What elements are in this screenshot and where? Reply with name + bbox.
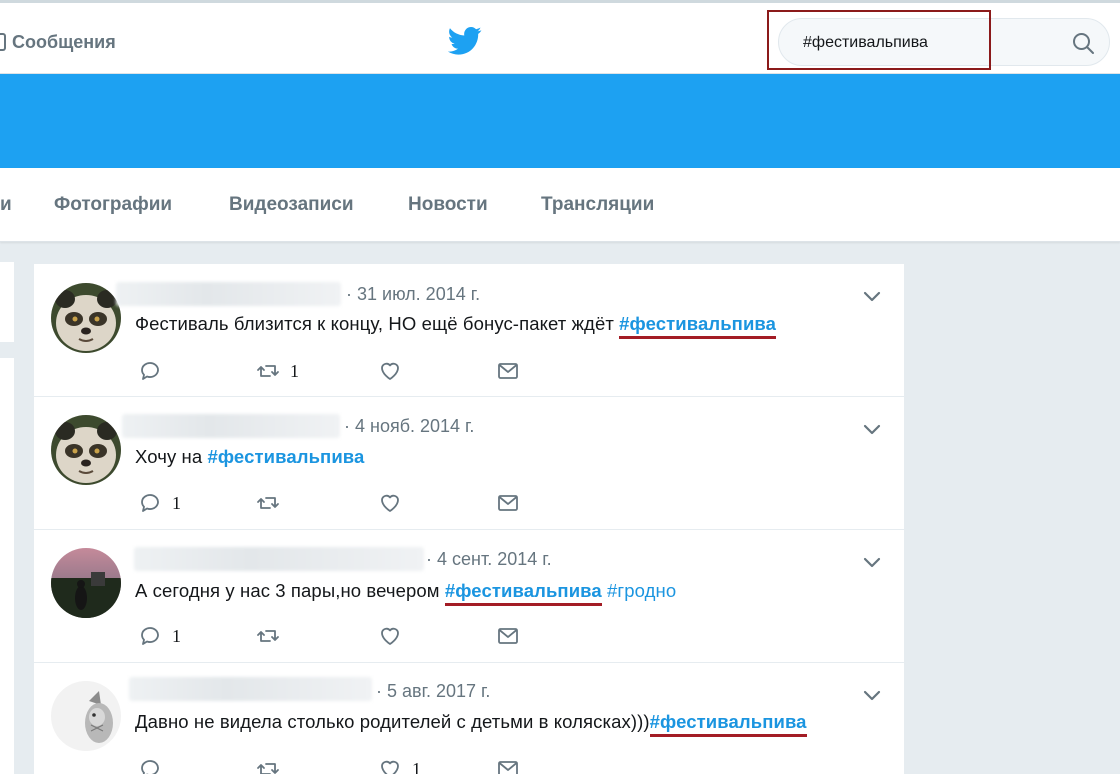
nav-messages[interactable]: Сообщения	[0, 29, 116, 55]
tweet-text: Давно не видела столько родителей с деть…	[135, 711, 807, 737]
tweet-timeline: · 31 июл. 2014 г. Фестиваль близится к к…	[34, 264, 904, 774]
tweet-body: Давно не видела столько родителей с деть…	[135, 711, 650, 732]
tweet-body: Фестиваль близится к концу, НО ещё бонус…	[135, 313, 620, 334]
username-blurred	[129, 677, 372, 701]
direct-message-button[interactable]	[496, 490, 520, 516]
reply-icon	[141, 627, 159, 645]
search-box	[778, 18, 1110, 66]
reply-button[interactable]: 1	[138, 623, 181, 649]
tweet-date[interactable]: · 5 авг. 2017 г.	[376, 681, 490, 702]
envelope-icon	[498, 628, 518, 644]
hashtag-link-secondary[interactable]: #гродно	[602, 580, 676, 601]
hashtag-link[interactable]: #фестивальпива	[649, 711, 807, 737]
chevron-down-icon[interactable]	[862, 289, 882, 303]
tab-news[interactable]: Новости	[408, 194, 488, 216]
reply-icon	[141, 362, 159, 380]
direct-message-button[interactable]	[496, 623, 520, 649]
retweet-icon	[257, 763, 279, 774]
tweet[interactable]: · 4 сент. 2014 г. А сегодня у нас 3 пары…	[34, 530, 904, 663]
tweet-text: Хочу на #фестивальпива	[135, 446, 364, 468]
tweet-actions: 1	[138, 490, 518, 516]
heart-icon	[381, 494, 399, 512]
retweet-icon	[257, 630, 279, 642]
avatar[interactable]	[51, 415, 121, 485]
like-button[interactable]	[378, 358, 412, 384]
direct-message-button[interactable]	[496, 358, 520, 384]
chevron-down-icon[interactable]	[862, 688, 882, 702]
chevron-down-icon[interactable]	[862, 422, 882, 436]
retweet-button[interactable]	[256, 623, 290, 649]
search-input[interactable]	[803, 31, 1053, 55]
divider	[0, 342, 14, 358]
heart-icon	[381, 627, 399, 645]
tweet-actions: 1	[138, 623, 518, 649]
tweet-actions: 1	[138, 756, 518, 774]
tab-videos[interactable]: Видеозаписи	[229, 194, 354, 216]
reply-count: 1	[172, 625, 181, 646]
hashtag-link[interactable]: #фестивальпива	[619, 313, 777, 339]
tweet-date[interactable]: · 31 июл. 2014 г.	[346, 284, 480, 305]
tab-partial[interactable]: и	[0, 194, 12, 216]
tweet-actions: 1	[138, 358, 518, 384]
retweet-button[interactable]	[256, 756, 290, 774]
retweet-button[interactable]	[256, 490, 290, 516]
retweet-count: 1	[290, 360, 299, 381]
heart-icon	[381, 760, 399, 774]
tweet[interactable]: · 4 нояб. 2014 г. Хочу на #фестивальпива…	[34, 397, 904, 530]
username-blurred	[116, 282, 341, 306]
envelope-icon	[498, 495, 518, 511]
twitter-bird-icon[interactable]	[448, 26, 482, 56]
envelope-icon	[0, 33, 6, 51]
like-button[interactable]	[378, 490, 412, 516]
retweet-icon	[257, 365, 279, 377]
hashtag-link[interactable]: #фестивальпива	[444, 580, 602, 606]
tweet-body: А сегодня у нас 3 пары,но вечером	[135, 580, 445, 601]
tweet[interactable]: · 5 авг. 2017 г. Давно не видела столько…	[34, 663, 904, 774]
tab-photos[interactable]: Фотографии	[54, 194, 172, 216]
search-icon[interactable]	[1071, 31, 1095, 55]
reply-button[interactable]: 1	[138, 490, 181, 516]
nav-messages-label: Сообщения	[12, 31, 116, 52]
tweet-date[interactable]: · 4 нояб. 2014 г.	[344, 416, 474, 437]
envelope-icon	[498, 761, 518, 774]
avatar[interactable]	[51, 681, 121, 751]
retweet-icon	[257, 497, 279, 509]
tweet[interactable]: · 31 июл. 2014 г. Фестиваль близится к к…	[34, 264, 904, 397]
tweet-text: Фестиваль близится к концу, НО ещё бонус…	[135, 313, 777, 339]
blue-banner	[0, 74, 1120, 168]
envelope-icon	[498, 363, 518, 379]
left-sidebar-card	[0, 262, 14, 774]
reply-button[interactable]	[138, 358, 172, 384]
chevron-down-icon[interactable]	[862, 555, 882, 569]
retweet-button[interactable]: 1	[256, 358, 299, 384]
heart-icon	[381, 362, 399, 380]
reply-button[interactable]	[138, 756, 172, 774]
direct-message-button[interactable]	[496, 756, 520, 774]
tweet-body: Хочу на	[135, 446, 208, 467]
like-button[interactable]: 1	[378, 756, 421, 774]
tweet-date[interactable]: · 4 сент. 2014 г.	[426, 549, 552, 570]
reply-icon	[141, 494, 159, 512]
tab-broadcasts[interactable]: Трансляции	[541, 194, 654, 216]
avatar[interactable]	[51, 283, 121, 353]
like-button[interactable]	[378, 623, 412, 649]
reply-icon	[141, 760, 159, 774]
top-navigation-bar: Сообщения	[0, 0, 1120, 74]
like-count: 1	[412, 758, 421, 774]
avatar[interactable]	[51, 548, 121, 618]
hashtag-link[interactable]: #фестивальпива	[208, 446, 365, 467]
tweet-text: А сегодня у нас 3 пары,но вечером #фести…	[135, 580, 676, 606]
username-blurred	[134, 547, 424, 571]
username-blurred	[122, 414, 340, 438]
reply-count: 1	[172, 492, 181, 513]
search-tabs: и Фотографии Видеозаписи Новости Трансля…	[0, 168, 1120, 242]
